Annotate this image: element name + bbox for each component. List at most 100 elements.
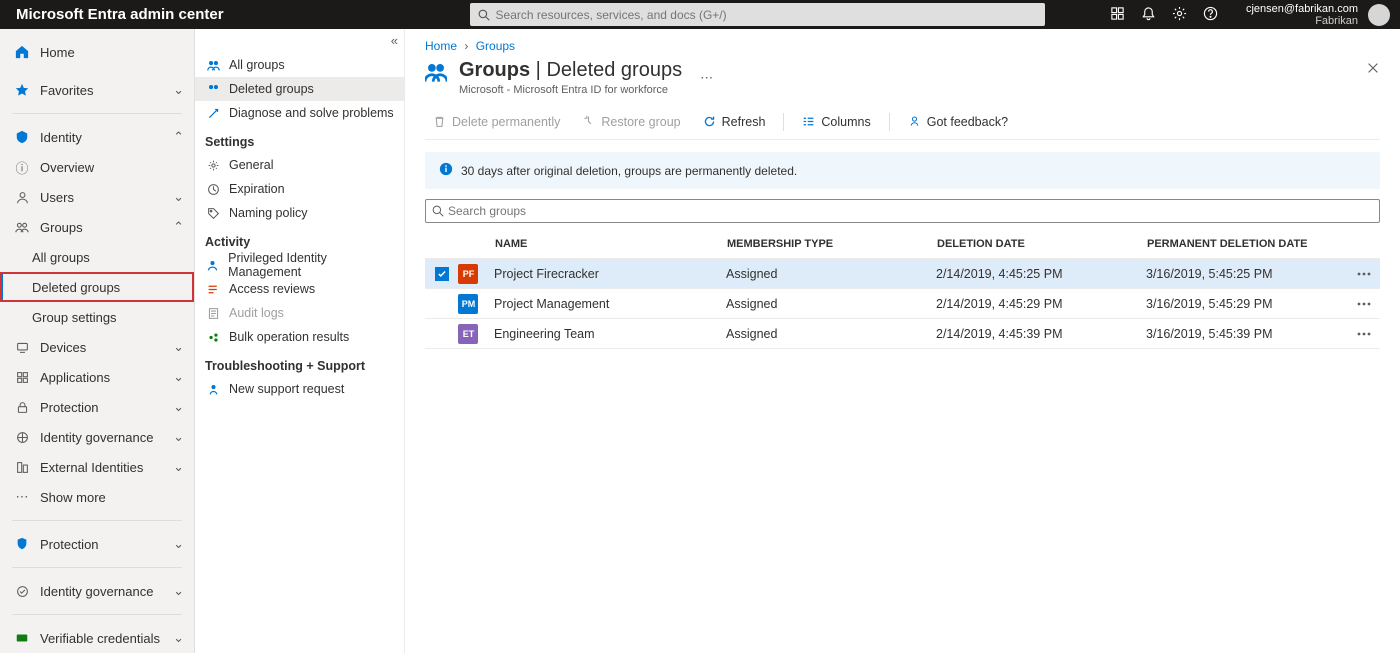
nav-applications[interactable]: Applications⌄ bbox=[0, 362, 194, 392]
cmd-feedback[interactable]: Got feedback? bbox=[900, 108, 1016, 136]
row-more-icon[interactable] bbox=[1356, 326, 1372, 342]
checkbox-checked-icon[interactable] bbox=[435, 267, 449, 281]
connected-icon[interactable] bbox=[1110, 6, 1125, 24]
cell-permanent-deletion-date: 3/16/2019, 5:45:39 PM bbox=[1146, 327, 1356, 341]
nav-protection-2[interactable]: Protection⌄ bbox=[0, 529, 194, 559]
bell-icon[interactable] bbox=[1141, 6, 1156, 24]
nav-groups[interactable]: Groups⌃ bbox=[0, 212, 194, 242]
table-row[interactable]: ETEngineering TeamAssigned2/14/2019, 4:4… bbox=[425, 319, 1380, 349]
chevron-down-icon: ⌄ bbox=[173, 630, 184, 646]
blade-label: Expiration bbox=[229, 182, 285, 196]
blade-activity-heading: Activity bbox=[195, 225, 404, 253]
nav-identity-governance[interactable]: Identity governance⌄ bbox=[0, 422, 194, 452]
nav-deleted-groups[interactable]: Deleted groups bbox=[0, 272, 194, 302]
nav-label: Overview bbox=[40, 160, 184, 175]
cmd-delete-permanently: Delete permanently bbox=[425, 108, 568, 136]
gear-icon[interactable] bbox=[1172, 6, 1187, 24]
nav-label: All groups bbox=[32, 250, 184, 265]
blade-nav: « All groups Deleted groups Diagnose and… bbox=[195, 29, 405, 653]
help-icon[interactable] bbox=[1203, 6, 1218, 24]
more-icon[interactable]: ⋯ bbox=[700, 70, 713, 86]
chevron-down-icon: ⌄ bbox=[173, 369, 184, 385]
breadcrumb-home[interactable]: Home bbox=[425, 39, 457, 53]
cell-name: Project Management bbox=[486, 297, 726, 311]
search-groups-input[interactable] bbox=[448, 204, 1373, 218]
chevron-down-icon: ⌄ bbox=[173, 189, 184, 205]
info-text: 30 days after original deletion, groups … bbox=[461, 164, 797, 178]
search-groups[interactable] bbox=[425, 199, 1380, 223]
col-permanent-deletion-date[interactable]: PERMANENT DELETION DATE bbox=[1147, 238, 1357, 250]
cell-membership-type: Assigned bbox=[726, 267, 936, 281]
nav-overview[interactable]: ⓘOverview bbox=[0, 152, 194, 182]
chevron-down-icon: ⌄ bbox=[173, 82, 184, 98]
nav-label: Identity governance bbox=[40, 584, 173, 599]
nav-external-identities[interactable]: External Identities⌄ bbox=[0, 452, 194, 482]
blade-new-support[interactable]: New support request bbox=[195, 377, 404, 401]
col-name[interactable]: NAME bbox=[487, 238, 727, 250]
nav-label: External Identities bbox=[40, 460, 173, 475]
cmd-columns[interactable]: Columns bbox=[794, 108, 878, 136]
blade-deleted-groups[interactable]: Deleted groups bbox=[195, 77, 404, 101]
divider bbox=[783, 113, 784, 131]
cell-membership-type: Assigned bbox=[726, 297, 936, 311]
search-icon bbox=[478, 9, 490, 21]
nav-favorites[interactable]: Favorites ⌄ bbox=[0, 75, 194, 105]
chevron-down-icon: ⌄ bbox=[173, 583, 184, 599]
cell-name: Project Firecracker bbox=[486, 267, 726, 281]
global-search[interactable] bbox=[470, 3, 1045, 26]
checkbox-icon[interactable] bbox=[435, 297, 449, 311]
row-more-icon[interactable] bbox=[1356, 266, 1372, 282]
nav-users[interactable]: Users⌄ bbox=[0, 182, 194, 212]
row-more-icon[interactable] bbox=[1356, 296, 1372, 312]
nav-identity[interactable]: Identity ⌃ bbox=[0, 122, 194, 152]
blade-access-reviews[interactable]: Access reviews bbox=[195, 277, 404, 301]
nav-devices[interactable]: Devices⌄ bbox=[0, 332, 194, 362]
blade-general[interactable]: General bbox=[195, 153, 404, 177]
nav-identity-governance-2[interactable]: Identity governance⌄ bbox=[0, 576, 194, 606]
col-deletion-date[interactable]: DELETION DATE bbox=[937, 238, 1147, 250]
nav-protection[interactable]: Protection⌄ bbox=[0, 392, 194, 422]
blade-diagnose[interactable]: Diagnose and solve problems bbox=[195, 101, 404, 125]
blade-pim[interactable]: Privileged Identity Management bbox=[195, 253, 404, 277]
blade-bulk-operation[interactable]: Bulk operation results bbox=[195, 325, 404, 349]
blade-label: Bulk operation results bbox=[229, 330, 349, 344]
more-icon: ⋯ bbox=[14, 489, 30, 505]
chevron-up-icon: ⌃ bbox=[173, 129, 184, 145]
nav-all-groups[interactable]: All groups bbox=[0, 242, 194, 272]
table-row[interactable]: PMProject ManagementAssigned2/14/2019, 4… bbox=[425, 289, 1380, 319]
checkbox-icon[interactable] bbox=[435, 327, 449, 341]
global-search-wrap bbox=[470, 3, 1045, 26]
close-icon[interactable] bbox=[1366, 59, 1380, 78]
cell-permanent-deletion-date: 3/16/2019, 5:45:25 PM bbox=[1146, 267, 1356, 281]
blade-expiration[interactable]: Expiration bbox=[195, 177, 404, 201]
cmd-label: Columns bbox=[821, 115, 870, 129]
review-icon bbox=[205, 283, 221, 296]
col-type[interactable]: MEMBERSHIP TYPE bbox=[727, 238, 937, 250]
breadcrumb-groups[interactable]: Groups bbox=[476, 39, 515, 53]
command-bar: Delete permanently Restore group Refresh… bbox=[425, 104, 1380, 140]
star-icon bbox=[14, 83, 30, 97]
table-row[interactable]: PFProject FirecrackerAssigned2/14/2019, … bbox=[425, 259, 1380, 289]
gear-icon bbox=[205, 159, 221, 172]
nav-home[interactable]: Home bbox=[0, 37, 194, 67]
blade-all-groups[interactable]: All groups bbox=[195, 53, 404, 77]
blade-naming-policy[interactable]: Naming policy bbox=[195, 201, 404, 225]
nav-group-settings[interactable]: Group settings bbox=[0, 302, 194, 332]
blade-label: New support request bbox=[229, 382, 344, 396]
account-area[interactable]: cjensen@fabrikan.com Fabrikan bbox=[1230, 3, 1400, 27]
cmd-label: Delete permanently bbox=[452, 115, 560, 129]
brand-title: Microsoft Entra admin center bbox=[0, 6, 240, 23]
cell-deletion-date: 2/14/2019, 4:45:39 PM bbox=[936, 327, 1146, 341]
global-search-input[interactable] bbox=[496, 8, 1037, 22]
avatar[interactable] bbox=[1368, 4, 1390, 26]
nav-show-more[interactable]: ⋯Show more bbox=[0, 482, 194, 512]
group-avatar: PF bbox=[458, 264, 478, 284]
cmd-refresh[interactable]: Refresh bbox=[695, 108, 774, 136]
collapse-button[interactable]: « bbox=[391, 33, 398, 48]
nav-verifiable-credentials[interactable]: Verifiable credentials⌄ bbox=[0, 623, 194, 653]
page-title: Groups | Deleted groups bbox=[459, 59, 682, 82]
page-subtitle: Microsoft - Microsoft Entra ID for workf… bbox=[459, 84, 682, 96]
chevron-up-icon: ⌃ bbox=[173, 219, 184, 235]
cell-deletion-date: 2/14/2019, 4:45:29 PM bbox=[936, 297, 1146, 311]
nav-label: Protection bbox=[40, 537, 173, 552]
